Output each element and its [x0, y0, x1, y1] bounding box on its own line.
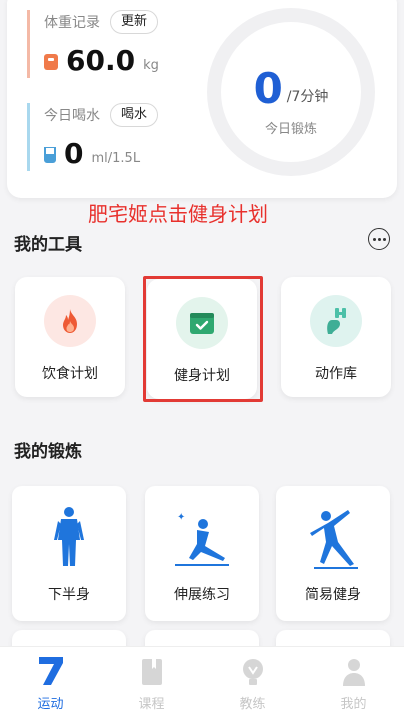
exercise-stretching[interactable]: ✦ 伸展练习	[145, 486, 259, 621]
more-options-icon[interactable]	[368, 228, 390, 250]
exercise-label: 伸展练习	[174, 587, 230, 603]
nav-label: 教练	[239, 697, 266, 711]
water-unit: ml/1.5L	[91, 151, 141, 166]
tool-diet-plan[interactable]: 饮食计划	[15, 277, 125, 397]
exercise-section-title: 我的锻炼	[14, 442, 82, 462]
nav-coach[interactable]: 教练	[202, 647, 303, 711]
person-icon	[303, 653, 404, 687]
water-value: 0	[64, 137, 84, 170]
exercise-simple-fitness[interactable]: 简易健身	[276, 486, 390, 621]
drink-water-button[interactable]: 喝水	[110, 103, 159, 127]
coach-icon	[202, 653, 303, 687]
highlight-box	[143, 276, 263, 402]
nav-sport[interactable]: 运动	[0, 647, 101, 711]
exercise-lower-body[interactable]: 下半身	[12, 486, 126, 621]
exercise-label: 下半身	[48, 587, 90, 603]
seven-logo-icon	[0, 653, 101, 687]
scale-icon	[44, 54, 58, 70]
stretch-figure-icon: ✦	[167, 506, 237, 570]
water-label: 今日喝水	[44, 108, 100, 124]
weight-unit: kg	[143, 58, 159, 73]
update-weight-button[interactable]: 更新	[110, 10, 159, 34]
weight-label: 体重记录	[44, 15, 100, 31]
body-figure-icon	[34, 506, 104, 570]
exercise-minutes-unit: /7分钟	[286, 89, 329, 105]
nav-label: 运动	[37, 697, 64, 711]
water-record: 今日喝水 喝水 0 ml/1.5L	[27, 103, 207, 171]
exercise-minutes-value: 0	[253, 64, 283, 113]
stats-card: 体重记录 更新 60.0 kg 今日喝水 喝水 0 ml/1.5L 0 /7分钟…	[7, 0, 397, 198]
nav-label: 我的	[340, 697, 367, 711]
weight-value: 60.0	[66, 44, 136, 77]
jump-figure-icon	[298, 506, 368, 570]
dumbbell-arm-icon	[310, 295, 362, 347]
exercise-today-label: 今日锻炼	[264, 122, 317, 137]
book-icon	[101, 653, 202, 687]
tool-exercise-library[interactable]: 动作库	[281, 277, 391, 397]
svg-text:✦: ✦	[177, 512, 185, 523]
exercise-progress-ring[interactable]: 0 /7分钟 今日锻炼	[207, 8, 375, 176]
flame-icon	[44, 295, 96, 347]
bottom-nav: 运动 课程 教练 我的	[0, 646, 404, 711]
annotation-text: 肥宅姬点击健身计划	[88, 202, 268, 226]
tool-label: 动作库	[315, 366, 357, 382]
weight-record: 体重记录 更新 60.0 kg	[27, 10, 207, 78]
nav-mine[interactable]: 我的	[303, 647, 404, 711]
cup-icon	[44, 147, 56, 163]
nav-courses[interactable]: 课程	[101, 647, 202, 711]
exercise-label: 简易健身	[305, 587, 361, 603]
nav-label: 课程	[138, 697, 165, 711]
tools-section-title: 我的工具	[14, 235, 82, 255]
tool-label: 饮食计划	[42, 366, 98, 382]
